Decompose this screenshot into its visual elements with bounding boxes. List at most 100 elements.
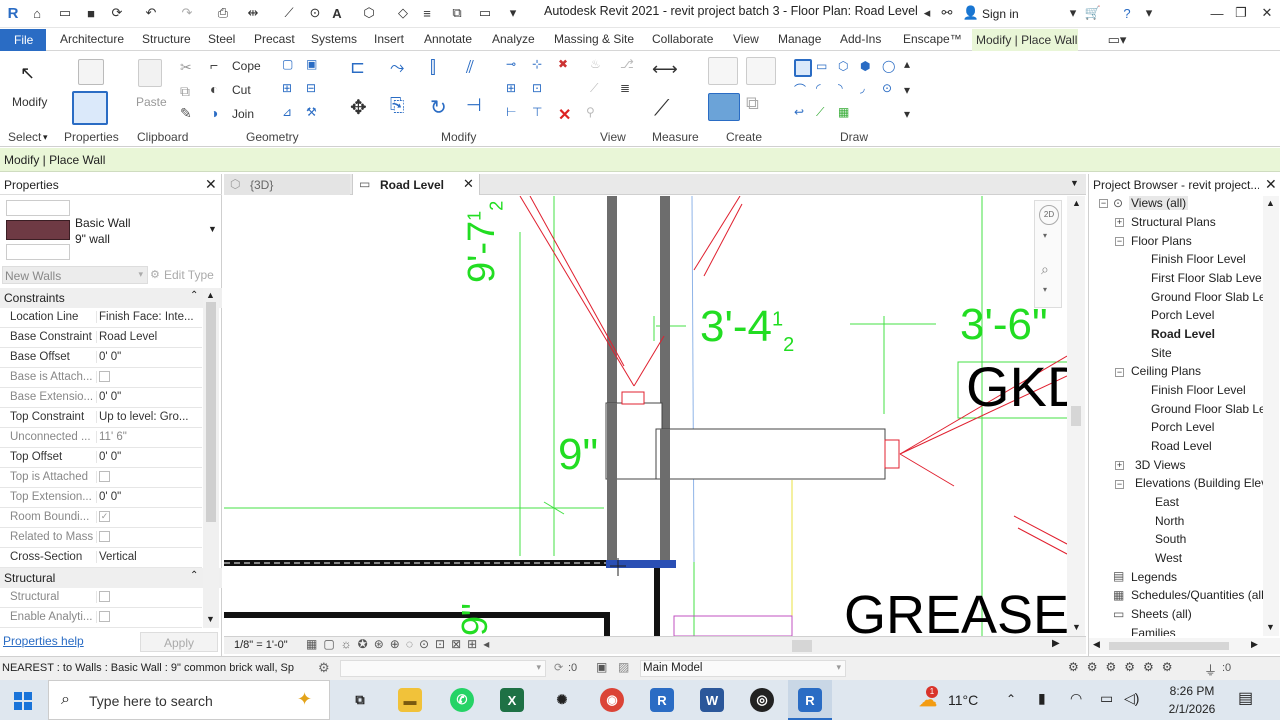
zoom-dropdown-icon[interactable]: ▾ (1043, 285, 1047, 294)
home-icon[interactable]: ⌂ (28, 5, 46, 21)
properties-scrollbar[interactable]: ▲ ▼ (203, 288, 219, 628)
split-gap-icon[interactable]: ⊹ (532, 57, 552, 77)
pin-icon[interactable]: ⚲ (586, 105, 606, 125)
modify-arrow-icon[interactable]: ↖ (20, 63, 40, 83)
dimension-label-9-lower[interactable]: 9" (454, 576, 514, 636)
tab-view[interactable]: View (733, 32, 759, 46)
scroll-right-icon[interactable]: ▶ (1251, 639, 1258, 650)
close-window-icon[interactable]: ✕ (1258, 5, 1276, 21)
fillet-arc-icon[interactable]: ◞ (860, 81, 880, 101)
drawing-canvas[interactable]: 9'-712 3'-412 3'-6" 9" 9" GKD GREASE 2D … (224, 196, 1067, 636)
view-control-icons[interactable]: ▦▢☼✪⊛⊕◌⊙⊡⊠⊞◂ (306, 637, 495, 651)
tab-add-ins[interactable]: Add-Ins (840, 32, 881, 46)
steering-wheel-icon[interactable]: 2D (1039, 205, 1059, 225)
room-tag-grease[interactable]: GREASE (844, 584, 1067, 636)
minimize-icon[interactable]: — (1208, 5, 1226, 21)
scroll-up-icon[interactable]: ▲ (1072, 198, 1081, 208)
chatgpt-icon[interactable]: ✺ (550, 688, 574, 712)
editable-only-icon[interactable]: ⚙ (318, 660, 330, 676)
trim-single-icon[interactable]: ⊢ (506, 105, 526, 125)
properties-palette-icon[interactable] (72, 91, 108, 125)
scroll-thumb[interactable] (1071, 406, 1081, 426)
tree-floor-finish-floor[interactable]: Finish Floor Level (1151, 252, 1246, 266)
draw-gallery-up-icon[interactable]: ▴ (904, 57, 924, 77)
constraints-group[interactable]: Constraints ⌃ (0, 288, 222, 308)
demolish-icon[interactable]: ⊞ (282, 81, 302, 101)
text-icon[interactable]: A (328, 5, 346, 21)
open-icon[interactable]: ▭ (56, 5, 74, 21)
revit-taskbar-icon[interactable]: R (650, 688, 674, 712)
windows-start-icon[interactable] (14, 692, 32, 710)
join-icon[interactable]: ◑ (210, 105, 230, 125)
thin-lines-view-icon[interactable]: ≣ (620, 81, 640, 101)
tree-elevation-east[interactable]: East (1155, 495, 1179, 509)
tree-legends[interactable]: Legends (1131, 570, 1177, 584)
prop-cross-section[interactable]: Cross-Section Vertical (0, 548, 202, 568)
select-dropdown-icon[interactable]: ▾ (43, 132, 48, 143)
checkbox-checked[interactable]: ✓ (99, 511, 110, 523)
split-icon[interactable]: ⊸ (506, 57, 526, 77)
floor-edit-icon[interactable]: ⊿ (282, 105, 302, 125)
collapse-icon[interactable]: ⌃ (190, 290, 198, 301)
prop-value[interactable]: 11' 6" (96, 431, 196, 443)
tree-elevation-south[interactable]: South (1155, 532, 1186, 546)
tree-elevation-west[interactable]: West (1155, 551, 1182, 565)
tree-floor-first-slab[interactable]: First Floor Slab Leve (1151, 271, 1262, 285)
tree-3d-views[interactable]: 3D Views (1135, 458, 1185, 472)
maximize-icon[interactable]: ❐ (1232, 5, 1250, 21)
checkbox[interactable] (99, 611, 110, 623)
view-scale[interactable]: 1/8" = 1'-0" (234, 639, 288, 651)
prop-value[interactable]: 0' 0" (96, 491, 196, 503)
tab-manage[interactable]: Manage (778, 32, 821, 46)
scroll-right-icon[interactable]: ▶ (1052, 638, 1060, 649)
trim-icon[interactable]: ⊣ (466, 95, 494, 123)
save-icon[interactable]: ■ (82, 5, 100, 21)
circle-draw-icon[interactable]: ◯ (882, 59, 902, 79)
tree-structural-plans[interactable]: Structural Plans (1131, 215, 1216, 229)
expand-icon[interactable]: + (1115, 218, 1124, 227)
cope-icon[interactable]: ⌐ (210, 57, 230, 77)
dimension-label-3-4-half[interactable]: 3'-412 (700, 302, 794, 357)
create-group-icon[interactable] (708, 93, 740, 121)
collapse-icon[interactable]: − (1115, 237, 1124, 246)
measure-between-icon[interactable]: ⟷ (652, 59, 688, 79)
rectangle-draw-icon[interactable]: ▭ (816, 59, 836, 79)
binoculars-icon[interactable]: ⚯ (938, 5, 956, 21)
tab-systems[interactable]: Systems (311, 32, 357, 46)
type-selector-dropdown-icon[interactable]: ▼ (208, 224, 217, 234)
mirror-draw-icon[interactable]: ⫽ (466, 57, 494, 85)
collapse-icon[interactable]: − (1099, 199, 1108, 208)
help-dropdown-icon[interactable]: ▾ (1140, 5, 1158, 21)
user-icon[interactable]: 👤 (962, 5, 980, 21)
prop-enable-analytical[interactable]: Enable Analyti... (0, 608, 202, 628)
revit-logo-icon[interactable]: R (4, 5, 22, 22)
match-type-icon[interactable]: ✎ (180, 105, 200, 125)
mirror-pick-icon[interactable]: ⫿ (430, 57, 458, 85)
structural-group[interactable]: Structural ⌃ (0, 568, 222, 588)
collapse-icon[interactable]: − (1115, 480, 1124, 489)
close-hidden-icon[interactable]: ⧉ (448, 5, 466, 21)
design-options-icon[interactable]: ▣ (596, 660, 607, 674)
checkbox[interactable] (99, 531, 110, 543)
prop-checkbox[interactable] (96, 471, 196, 483)
checkbox[interactable] (99, 371, 110, 383)
type-name[interactable]: 9" wall (75, 232, 110, 246)
section-icon[interactable]: ◇ (394, 5, 412, 21)
tree-floor-site[interactable]: Site (1151, 346, 1172, 360)
clock-date[interactable]: 2/1/2026 (1162, 702, 1222, 716)
tree-ceiling-porch[interactable]: Porch Level (1151, 420, 1214, 434)
prop-top-attached[interactable]: Top is Attached (0, 468, 202, 488)
prop-value[interactable]: 0' 0" (96, 451, 196, 463)
delete-icon[interactable]: ✕ (558, 105, 578, 125)
prop-checkbox[interactable] (96, 591, 196, 603)
join-button[interactable]: Join (232, 107, 254, 121)
cope-button[interactable]: Cope (232, 59, 261, 73)
selection-options-icons[interactable]: ⚙⚙⚙⚙⚙⚙ (1068, 660, 1181, 674)
rotate-icon[interactable]: ↻ (430, 95, 458, 123)
tab-insert[interactable]: Insert (374, 32, 404, 46)
zoom-icon[interactable]: ⌕ (1041, 261, 1049, 278)
instance-filter-select[interactable]: New Walls ▾ (2, 266, 148, 284)
whatsapp-icon[interactable]: ✆ (450, 688, 474, 712)
tree-elevations[interactable]: Elevations (Building Eleva (1135, 476, 1280, 490)
prop-structural[interactable]: Structural (0, 588, 202, 608)
